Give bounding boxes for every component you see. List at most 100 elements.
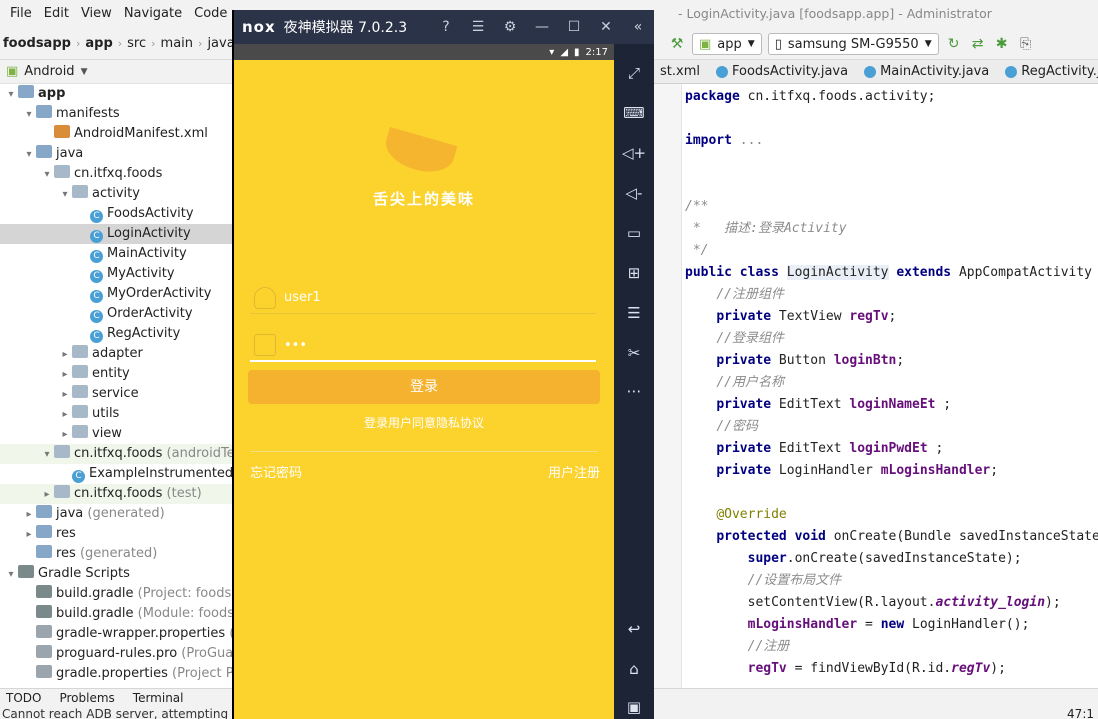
tree-item[interactable]: gradle.properties (Project Properties) bbox=[0, 664, 232, 684]
breadcrumb-item[interactable]: src bbox=[124, 36, 149, 51]
tree-item[interactable]: proguard-rules.pro (ProGuard Rules) bbox=[0, 644, 232, 664]
tree-item[interactable]: gradle-wrapper.properties (Gradle Versio… bbox=[0, 624, 232, 644]
chevron-right-icon[interactable]: ▸ bbox=[40, 485, 54, 505]
more-icon[interactable]: ⋯ bbox=[622, 380, 646, 402]
menu-icon[interactable]: ☰ bbox=[462, 19, 494, 35]
tree-item[interactable]: AndroidManifest.xml bbox=[0, 124, 232, 144]
tree-item[interactable]: ▾ java bbox=[0, 144, 232, 164]
screen-icon[interactable]: ▭ bbox=[622, 222, 646, 244]
home-icon[interactable]: ⌂ bbox=[622, 658, 646, 680]
collapse-sidebar-icon[interactable]: « bbox=[622, 19, 654, 35]
tree-item[interactable]: build.gradle (Project: foodsapp) bbox=[0, 584, 232, 604]
tool-window-tab[interactable]: Problems bbox=[59, 691, 114, 705]
tree-item[interactable]: res (generated) bbox=[0, 544, 232, 564]
chevron-right-icon[interactable]: ▸ bbox=[58, 425, 72, 445]
chevron-down-icon[interactable]: ▾ bbox=[4, 565, 18, 585]
chevron-down-icon[interactable]: ▾ bbox=[58, 185, 72, 205]
debug-icon[interactable]: ✱ bbox=[993, 35, 1011, 53]
minimize-icon[interactable]: — bbox=[526, 19, 558, 35]
apk-install-icon[interactable]: ⊞ bbox=[622, 262, 646, 284]
keyboard-icon[interactable]: ⌨ bbox=[622, 102, 646, 124]
chevron-down-icon[interactable]: ▾ bbox=[4, 85, 18, 105]
apply-changes-icon[interactable]: ⇄ bbox=[969, 35, 987, 53]
privacy-agreement-link[interactable]: 登录用户同意隐私协议 bbox=[234, 414, 614, 431]
tree-item[interactable]: C LoginActivity bbox=[0, 224, 232, 244]
code-line: private TextView regTv; bbox=[716, 309, 897, 324]
close-icon[interactable]: ✕ bbox=[590, 19, 622, 35]
chevron-right-icon[interactable]: ▸ bbox=[58, 385, 72, 405]
tree-item[interactable]: ▾ activity bbox=[0, 184, 232, 204]
chevron-down-icon[interactable]: ▾ bbox=[22, 105, 36, 125]
tree-item[interactable]: ▸ view bbox=[0, 424, 232, 444]
register-link[interactable]: 用户注册 bbox=[548, 462, 600, 481]
tree-item[interactable]: ▸ utils bbox=[0, 404, 232, 424]
editor-tab-label: MainActivity.java bbox=[880, 64, 990, 79]
tree-item[interactable]: ▸ adapter bbox=[0, 344, 232, 364]
fullscreen-icon[interactable]: ⤢ bbox=[622, 62, 646, 84]
tree-item[interactable]: C MyOrderActivity bbox=[0, 284, 232, 304]
recent-apps-icon[interactable]: ▣ bbox=[622, 696, 646, 718]
code-area[interactable]: package cn.itfxq.foods.activity; import … bbox=[685, 86, 1098, 680]
menu-view[interactable]: View bbox=[75, 0, 118, 28]
hammer-icon[interactable]: ⚒ bbox=[668, 35, 686, 53]
editor-tab[interactable]: RegActivity.java bbox=[997, 64, 1098, 79]
run-config-select[interactable]: ▣ app ▼ bbox=[692, 33, 762, 55]
tree-item[interactable]: ▾ Gradle Scripts bbox=[0, 564, 232, 584]
tree-item[interactable]: C FoodsActivity bbox=[0, 204, 232, 224]
chevron-right-icon[interactable]: ▸ bbox=[58, 365, 72, 385]
tree-item[interactable]: C RegActivity bbox=[0, 324, 232, 344]
volume-down-icon[interactable]: ◁- bbox=[622, 182, 646, 204]
tree-item[interactable]: C OrderActivity bbox=[0, 304, 232, 324]
settings-icon[interactable]: ⚙ bbox=[494, 19, 526, 35]
tree-item[interactable]: ▸ service bbox=[0, 384, 232, 404]
username-field[interactable]: user1 bbox=[250, 282, 596, 314]
chevron-right-icon[interactable]: ▸ bbox=[58, 405, 72, 425]
tree-item[interactable]: ▾ cn.itfxq.foods (androidTest) bbox=[0, 444, 232, 464]
tree-item[interactable]: ▸ entity bbox=[0, 364, 232, 384]
editor-tab[interactable]: st.xml bbox=[652, 64, 708, 79]
chevron-down-icon[interactable]: ▾ bbox=[40, 445, 54, 465]
editor-tabs: st.xml FoodsActivity.java MainActivity.jav… bbox=[652, 60, 1098, 84]
class-icon: C bbox=[72, 470, 85, 483]
menu-code[interactable]: Code bbox=[188, 0, 233, 28]
menu-edit[interactable]: Edit bbox=[38, 0, 75, 28]
tree-item[interactable]: C ExampleInstrumentedTest bbox=[0, 464, 232, 484]
chevron-down-icon[interactable]: ▾ bbox=[22, 145, 36, 165]
tree-item[interactable]: ▸ res bbox=[0, 524, 232, 544]
rerun-icon[interactable]: ↻ bbox=[945, 35, 963, 53]
device-select[interactable]: ▯ samsung SM-G9550 ▼ bbox=[767, 33, 939, 55]
chevron-right-icon[interactable]: ▸ bbox=[22, 505, 36, 525]
editor-tab[interactable]: MainActivity.java bbox=[856, 64, 997, 79]
multi-instance-icon[interactable]: ☰ bbox=[622, 302, 646, 324]
forgot-password-link[interactable]: 忘记密码 bbox=[250, 462, 302, 481]
breadcrumb-item[interactable]: app bbox=[82, 36, 115, 51]
tree-item[interactable]: ▸ cn.itfxq.foods (test) bbox=[0, 484, 232, 504]
tool-window-tab[interactable]: Terminal bbox=[133, 691, 184, 705]
attach-icon[interactable]: ⎘ bbox=[1017, 35, 1035, 53]
chevron-right-icon[interactable]: ▸ bbox=[58, 345, 72, 365]
tree-item[interactable]: ▾ cn.itfxq.foods bbox=[0, 164, 232, 184]
scissors-icon[interactable]: ✂ bbox=[622, 342, 646, 364]
tree-item[interactable]: C MainActivity bbox=[0, 244, 232, 264]
folder-icon bbox=[36, 505, 52, 518]
menu-navigate[interactable]: Navigate bbox=[118, 0, 188, 28]
chevron-down-icon[interactable]: ▾ bbox=[40, 165, 54, 185]
project-view-selector[interactable]: ▣ Android ▼ bbox=[0, 60, 232, 84]
tree-item[interactable]: ▸ java (generated) bbox=[0, 504, 232, 524]
breadcrumb-item[interactable]: foodsapp bbox=[0, 36, 74, 51]
volume-up-icon[interactable]: ◁+ bbox=[622, 142, 646, 164]
editor-tab[interactable]: FoodsActivity.java bbox=[708, 64, 856, 79]
back-icon[interactable]: ↩ bbox=[622, 618, 646, 640]
tool-window-tab[interactable]: TODO bbox=[6, 691, 41, 705]
help-icon[interactable]: ? bbox=[430, 19, 462, 35]
tree-item[interactable]: C MyActivity bbox=[0, 264, 232, 284]
chevron-right-icon[interactable]: ▸ bbox=[22, 525, 36, 545]
maximize-icon[interactable]: ☐ bbox=[558, 19, 590, 35]
menu-file[interactable]: File bbox=[4, 0, 38, 28]
password-field[interactable]: ••• bbox=[250, 330, 596, 362]
login-button[interactable]: 登录 bbox=[248, 370, 600, 404]
tree-item[interactable]: ▾ app bbox=[0, 84, 232, 104]
tree-item[interactable]: ▾ manifests bbox=[0, 104, 232, 124]
tree-item[interactable]: build.gradle (Module: foodsapp) bbox=[0, 604, 232, 624]
breadcrumb-item[interactable]: main bbox=[158, 36, 196, 51]
